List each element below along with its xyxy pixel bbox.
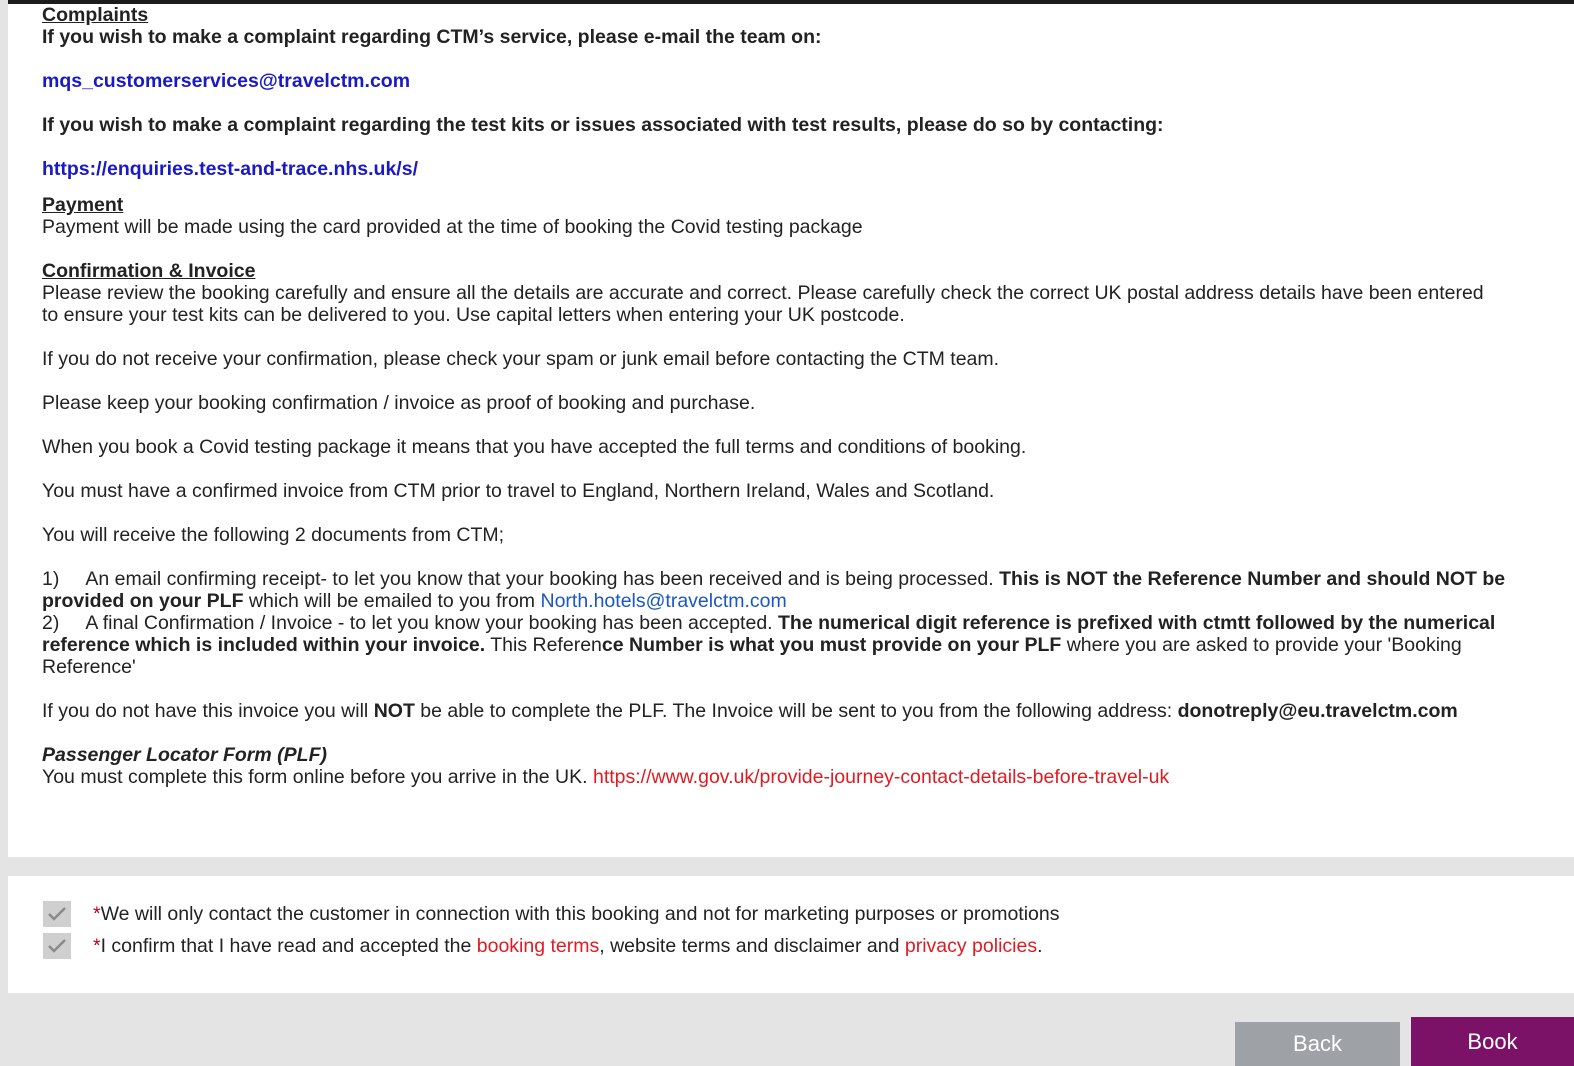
list-item-2-text-a: A final Confirmation / Invoice - to let … bbox=[85, 612, 778, 634]
terms-consent-text-a: I confirm that I have read and accepted … bbox=[100, 935, 477, 957]
invoice-para-bold-not: NOT bbox=[373, 700, 415, 722]
back-button[interactable]: Back bbox=[1235, 1022, 1400, 1066]
complaints-line-2: If you wish to make a complaint regardin… bbox=[42, 114, 1164, 136]
confirmation-invoice-heading: Confirmation & Invoice bbox=[42, 260, 256, 282]
plf-text: You must complete this form online befor… bbox=[42, 766, 593, 788]
terms-acceptance-label: *I confirm that I have read and accepted… bbox=[93, 935, 1043, 957]
list-item-1-number: 1) bbox=[42, 568, 60, 590]
customer-services-email-link[interactable]: mqs_customerservices@travelctm.com bbox=[42, 70, 410, 92]
document-list-item-2: 2) A final Confirmation / Invoice - to l… bbox=[42, 612, 1550, 678]
marketing-consent-checkbox[interactable] bbox=[43, 901, 71, 927]
checkmark-icon bbox=[48, 907, 66, 921]
list-item-1-text-a: An email confirming receipt- to let you … bbox=[85, 568, 1000, 590]
invoice-para-text-a: If you do not have this invoice you will bbox=[42, 700, 374, 722]
booking-terms-link[interactable]: booking terms bbox=[477, 935, 599, 957]
list-item-2-number: 2) bbox=[42, 612, 60, 634]
confirmation-para3: Please keep your booking confirmation / … bbox=[42, 392, 756, 414]
payment-line-1: Payment will be made using the card prov… bbox=[42, 216, 863, 238]
consent-panel: *We will only contact the customer in co… bbox=[8, 876, 1574, 993]
consent-row-marketing: *We will only contact the customer in co… bbox=[43, 898, 1574, 930]
left-gutter bbox=[0, 0, 8, 1066]
plf-heading: Passenger Locator Form (PLF) bbox=[42, 744, 327, 766]
plf-line: You must complete this form online befor… bbox=[42, 766, 1550, 788]
invoice-para-text-b: be able to complete the PLF. The Invoice… bbox=[414, 700, 1178, 722]
payment-heading: Payment bbox=[42, 194, 124, 216]
terms-consent-text-c: . bbox=[1037, 935, 1043, 957]
confirmation-para1-line2: to ensure your test kits can be delivere… bbox=[42, 304, 905, 326]
invoice-requirement-para: If you do not have this invoice you will… bbox=[42, 700, 1550, 722]
required-asterisk: * bbox=[93, 935, 101, 957]
book-button[interactable]: Book bbox=[1411, 1017, 1574, 1066]
terms-consent-text-b: , website terms and disclaimer and bbox=[599, 935, 905, 957]
nhs-test-and-trace-link[interactable]: https://enquiries.test-and-trace.nhs.uk/… bbox=[42, 158, 418, 180]
donotreply-email-text: donotreply@eu.travelctm.com bbox=[1177, 700, 1458, 722]
privacy-policies-link[interactable]: privacy policies bbox=[905, 935, 1037, 957]
complaints-heading: Complaints bbox=[42, 4, 149, 26]
list-item-1-text-b: which will be emailed to you from bbox=[243, 590, 541, 612]
confirmation-para5: You must have a confirmed invoice from C… bbox=[42, 480, 995, 502]
north-hotels-email-link[interactable]: North.hotels@travelctm.com bbox=[540, 590, 786, 612]
complaints-line-1: If you wish to make a complaint regardin… bbox=[42, 26, 822, 48]
confirmation-para4: When you book a Covid testing package it… bbox=[42, 436, 1027, 458]
terms-and-conditions-panel: Complaints If you wish to make a complai… bbox=[8, 4, 1574, 857]
confirmation-para1-line1: Please review the booking carefully and … bbox=[42, 282, 1484, 304]
list-item-2-text-b: This Referen bbox=[485, 634, 602, 656]
document-list-item-1: 1) An email confirming receipt- to let y… bbox=[42, 568, 1550, 612]
consent-row-terms: *I confirm that I have read and accepted… bbox=[43, 930, 1574, 962]
terms-acceptance-checkbox[interactable] bbox=[43, 933, 71, 959]
confirmation-para2: If you do not receive your confirmation,… bbox=[42, 348, 1000, 370]
gov-uk-plf-link[interactable]: https://www.gov.uk/provide-journey-conta… bbox=[593, 766, 1169, 788]
marketing-consent-text: We will only contact the customer in con… bbox=[100, 903, 1060, 925]
required-asterisk: * bbox=[93, 903, 101, 925]
checkmark-icon bbox=[48, 939, 66, 953]
marketing-consent-label: *We will only contact the customer in co… bbox=[93, 903, 1059, 925]
confirmation-para6: You will receive the following 2 documen… bbox=[42, 524, 505, 546]
list-item-2-bold-b: ce Number is what you must provide on yo… bbox=[601, 634, 1062, 656]
